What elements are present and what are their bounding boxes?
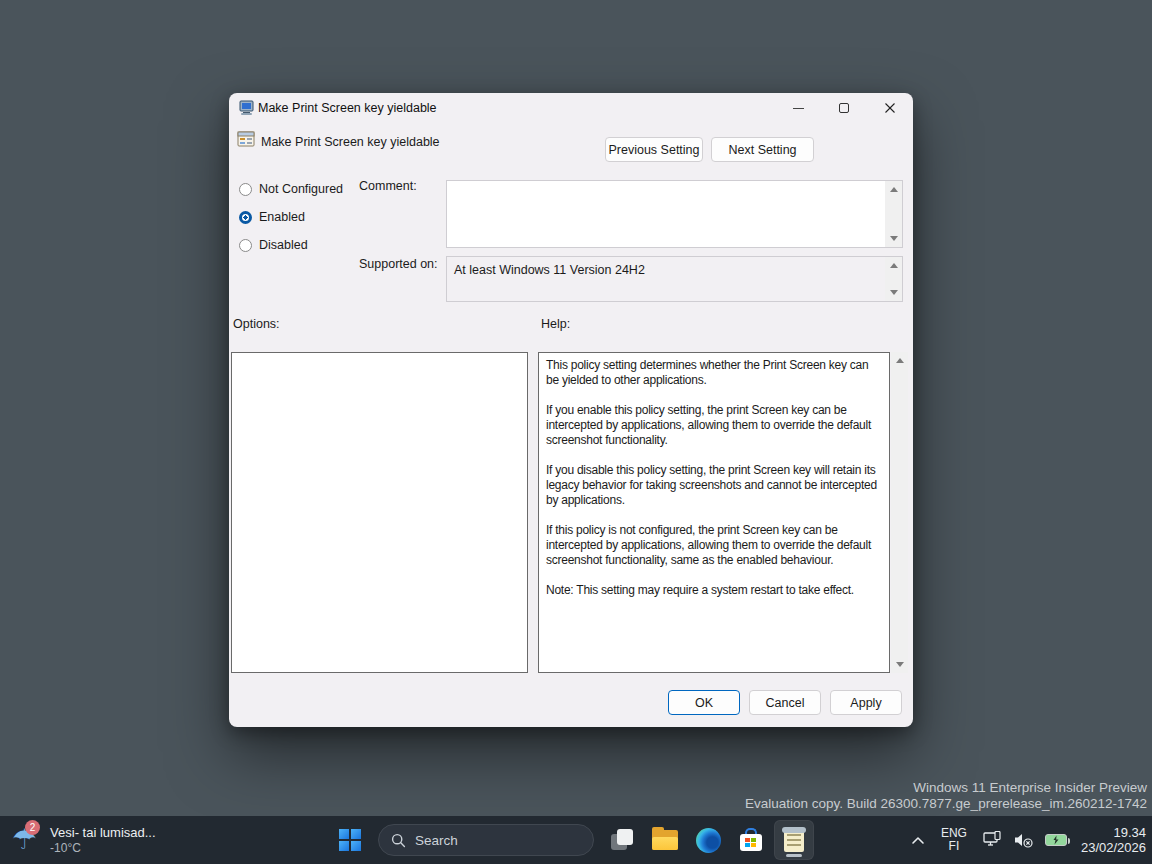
comment-scrollbar[interactable] — [885, 181, 902, 247]
search-icon — [391, 833, 406, 848]
comment-label: Comment: — [359, 179, 417, 193]
radio-enabled[interactable]: Enabled — [239, 210, 305, 224]
ok-button[interactable]: OK — [668, 690, 740, 715]
tray-chevron-up-icon[interactable] — [911, 836, 925, 845]
weather-headline: Vesi- tai lumisad... — [50, 825, 156, 840]
help-scrollbar[interactable] — [891, 352, 908, 673]
tray-time: 19.34 — [1081, 825, 1146, 840]
weather-icon: ☂ 2 — [12, 826, 37, 854]
group-policy-icon — [784, 827, 804, 854]
start-button[interactable] — [330, 820, 370, 860]
next-setting-button[interactable]: Next Setting — [711, 137, 814, 162]
edge-button[interactable] — [688, 820, 728, 860]
apply-button[interactable]: Apply — [830, 690, 902, 715]
file-explorer-button[interactable] — [645, 820, 685, 860]
volume-muted-icon[interactable] — [1014, 832, 1034, 848]
options-panel — [231, 352, 528, 673]
radio-circle[interactable] — [239, 183, 252, 196]
policy-setting-dialog: Make Print Screen key yieldable Make Pri… — [229, 93, 913, 727]
notification-badge: 2 — [25, 820, 40, 835]
radio-circle[interactable] — [239, 239, 252, 252]
weather-temperature: -10°C — [50, 841, 156, 855]
maximize-button[interactable] — [821, 93, 867, 123]
group-policy-editor-button[interactable] — [774, 820, 814, 860]
supported-on-value: At least Windows 11 Version 24H2 — [454, 263, 645, 277]
policy-icon — [237, 131, 256, 148]
supported-scrollbar[interactable] — [885, 257, 902, 301]
windows-logo-icon — [339, 829, 361, 851]
supported-on-textarea[interactable]: At least Windows 11 Version 24H2 — [446, 256, 903, 302]
help-paragraph: If you enable this policy setting, the p… — [546, 403, 880, 448]
edge-icon — [696, 828, 721, 853]
comment-textarea[interactable] — [446, 180, 903, 248]
search-box[interactable]: Search — [378, 824, 594, 856]
maximize-icon — [839, 103, 849, 113]
minimize-button[interactable] — [775, 93, 821, 123]
help-label: Help: — [541, 317, 570, 331]
watermark-line2: Evaluation copy. Build 26300.7877.ge_pre… — [745, 796, 1147, 812]
radio-disabled[interactable]: Disabled — [239, 238, 308, 252]
close-icon — [884, 102, 896, 114]
help-paragraph: Note: This setting may require a system … — [546, 583, 880, 598]
scroll-down-icon[interactable] — [885, 230, 902, 247]
battery-icon[interactable] — [1045, 834, 1067, 846]
scroll-down-icon[interactable] — [891, 656, 908, 673]
charging-bolt-icon — [1046, 835, 1066, 845]
watermark-line1: Windows 11 Enterprise Insider Preview — [745, 780, 1147, 796]
dialog-titlebar[interactable]: Make Print Screen key yieldable — [229, 93, 913, 123]
help-paragraph: If you disable this policy setting, the … — [546, 463, 880, 508]
scroll-up-icon[interactable] — [885, 257, 902, 274]
dialog-app-icon — [239, 100, 255, 116]
help-paragraph: This policy setting determines whether t… — [546, 358, 880, 388]
supported-on-label: Supported on: — [359, 257, 438, 271]
cancel-button[interactable]: Cancel — [749, 690, 821, 715]
radio-not-configured[interactable]: Not Configured — [239, 182, 343, 196]
microsoft-store-button[interactable] — [731, 820, 771, 860]
scroll-up-icon[interactable] — [891, 352, 908, 369]
clock[interactable]: 19.34 23/02/2026 — [1081, 825, 1146, 855]
taskbar: ☂ 2 Vesi- tai lumisad... -10°C Search — [0, 816, 1152, 864]
radio-circle-checked[interactable] — [239, 211, 252, 224]
minimize-icon — [793, 108, 804, 109]
search-placeholder: Search — [415, 833, 458, 848]
help-paragraph: If this policy is not configured, the pr… — [546, 523, 880, 568]
close-button[interactable] — [867, 93, 913, 123]
policy-name: Make Print Screen key yieldable — [261, 135, 440, 149]
scroll-down-icon[interactable] — [885, 284, 902, 301]
network-icon[interactable] — [983, 831, 1003, 849]
previous-setting-button[interactable]: Previous Setting — [605, 137, 703, 162]
store-icon — [739, 828, 763, 852]
evaluation-watermark: Windows 11 Enterprise Insider Preview Ev… — [745, 780, 1147, 811]
weather-widget[interactable]: ☂ 2 Vesi- tai lumisad... -10°C — [12, 816, 156, 864]
scroll-up-icon[interactable] — [885, 181, 902, 198]
help-panel: This policy setting determines whether t… — [538, 352, 890, 673]
options-label: Options: — [233, 317, 280, 331]
file-explorer-icon — [652, 830, 678, 850]
dialog-title: Make Print Screen key yieldable — [258, 101, 437, 115]
language-indicator[interactable]: ENG FI — [941, 827, 967, 853]
tray-date: 23/02/2026 — [1081, 840, 1146, 855]
active-app-indicator — [786, 854, 802, 857]
task-view-button[interactable] — [602, 820, 642, 860]
